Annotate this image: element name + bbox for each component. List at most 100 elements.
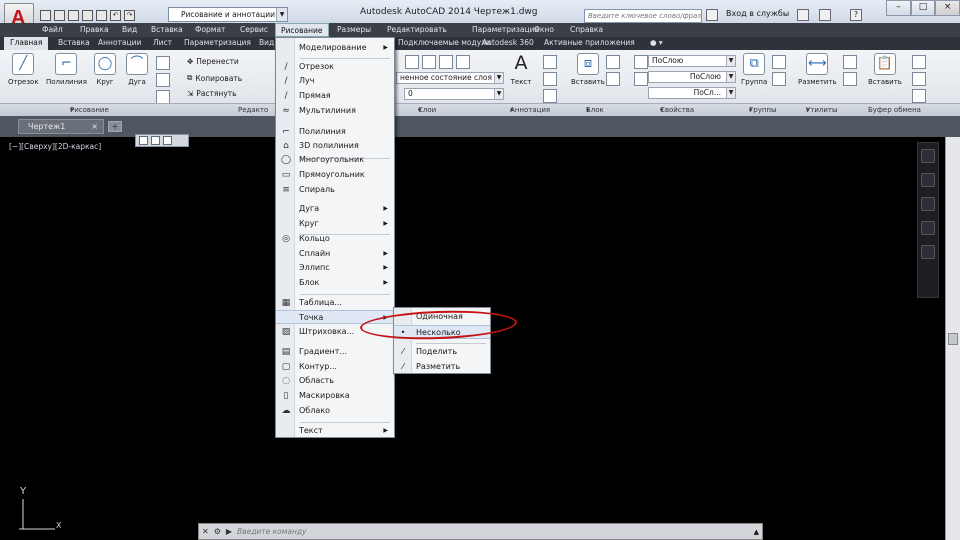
menu-item-ray[interactable]: / Луч [276, 74, 394, 88]
help-icon[interactable]: ? [850, 9, 862, 21]
menu-view[interactable]: Вид [122, 23, 137, 36]
layer-freeze-icon[interactable] [439, 55, 453, 69]
gradient-icon[interactable] [156, 90, 170, 104]
tab-featured-apps[interactable]: Активные приложения [544, 37, 635, 49]
undo-icon[interactable]: ↶ [110, 9, 121, 21]
menu-item-donut[interactable]: ◎ Кольцо [276, 232, 394, 246]
save-icon[interactable] [68, 9, 79, 21]
command-input[interactable]: Введите команду [237, 527, 307, 536]
line-tool-button[interactable]: ╱ Отрезок [8, 53, 39, 86]
menu-item-circle[interactable]: Круг ▶ [276, 217, 394, 231]
menu-item-table[interactable]: ▦ Таблица... [276, 296, 394, 310]
menu-window[interactable]: Окно [534, 23, 554, 36]
scrollbar-thumb[interactable] [948, 333, 958, 345]
menu-item-polyline[interactable]: ⌐ Полилиния [276, 125, 394, 139]
menu-file[interactable]: Файл [42, 23, 63, 36]
linear-toolbar-icon[interactable] [151, 136, 160, 145]
hatch-icon[interactable] [156, 73, 170, 87]
chevron-down-icon[interactable]: ▲ [754, 528, 759, 536]
menu-item-text[interactable]: Текст ▶ [276, 424, 394, 438]
table-toolbar-icon[interactable] [163, 136, 172, 145]
tab-home[interactable]: Главная [4, 37, 49, 50]
tab-annotate[interactable]: Аннотации [98, 37, 141, 49]
menu-item-gradient[interactable]: ▤ Градиент... [276, 345, 394, 359]
tab-autodesk360[interactable]: Autodesk 360 [482, 37, 534, 49]
panel-draw[interactable]: Рисование ▾ [70, 104, 109, 116]
tab-insert[interactable]: Вставка [58, 37, 90, 49]
menu-item-helix[interactable]: ≡ Спираль [276, 183, 394, 197]
menu-item-revision-cloud[interactable]: ☁ Облако [276, 404, 394, 418]
cut-icon[interactable] [912, 55, 926, 69]
menu-item-line[interactable]: / Отрезок [276, 60, 394, 74]
panel-block[interactable]: Блок ▾ [586, 104, 604, 116]
new-tab-button[interactable]: + [108, 121, 122, 132]
ribbon-options-icon[interactable]: ● ▾ [650, 37, 663, 49]
measure-button[interactable]: ⟷ Разметить [798, 53, 837, 86]
maximize-button[interactable]: □ [910, 0, 936, 16]
menu-format[interactable]: Формат [195, 23, 225, 36]
menu-item-block[interactable]: Блок ▶ [276, 276, 394, 290]
menu-item-arc[interactable]: Дуга ▶ [276, 202, 394, 216]
steering-wheel-icon[interactable] [921, 149, 935, 163]
leader-icon[interactable] [543, 72, 557, 86]
submenu-item-measure[interactable]: ⁄ Разметить [394, 360, 490, 374]
menu-item-modeling[interactable]: Моделирование ▶ [276, 41, 394, 55]
tab-view[interactable]: Вид [259, 37, 274, 49]
layer-on-icon[interactable] [422, 55, 436, 69]
panel-layers[interactable]: Слои ▾ [418, 104, 436, 116]
orbit-icon[interactable] [921, 221, 935, 235]
menu-item-wipeout[interactable]: ▯ Маскировка [276, 389, 394, 403]
menu-item-multiline[interactable]: ≈ Мультилиния [276, 104, 394, 118]
menu-parametric[interactable]: Параметризация [472, 23, 539, 36]
menu-item-spline[interactable]: Сплайн ▶ [276, 247, 394, 261]
panel-annotation[interactable]: Аннотация ▾ [510, 104, 550, 116]
panel-properties[interactable]: Свойства ▾ [660, 104, 694, 116]
binoculars-icon[interactable] [706, 9, 718, 21]
tab-parametric[interactable]: Параметризация [184, 37, 251, 49]
menu-help[interactable]: Справка [570, 23, 603, 36]
layer-state-dropdown[interactable]: ненное состояние слоя ▼ [396, 72, 504, 84]
menu-insert[interactable]: Вставка [151, 23, 183, 36]
sign-in-button[interactable]: Вход в службы [726, 9, 789, 18]
print-icon[interactable] [96, 9, 107, 21]
menu-draw[interactable]: Рисование [275, 23, 329, 37]
menu-item-region[interactable]: ◌ Область [276, 374, 394, 388]
command-line[interactable]: ✕ ⚙ ▶ Введите команду ▲ [198, 523, 763, 540]
menu-edit[interactable]: Правка [80, 23, 109, 36]
redo-icon[interactable]: ↷ [124, 9, 135, 21]
search-input[interactable]: Введите ключевое слово/фразу [584, 9, 702, 23]
submenu-item-divide[interactable]: ⁄ Поделить [394, 345, 490, 359]
copy-button[interactable]: ⧉ Копировать [187, 73, 242, 83]
select-all-icon[interactable] [843, 72, 857, 86]
menu-item-boundary[interactable]: ▢ Контур... [276, 360, 394, 374]
pan-icon[interactable] [921, 173, 935, 187]
tab-addins[interactable]: Подключаемые модули [398, 37, 491, 49]
layer-icon[interactable] [405, 55, 419, 69]
close-icon[interactable]: × [91, 120, 98, 133]
menu-item-polygon[interactable]: ◯ Многоугольник [276, 153, 394, 167]
new-file-icon[interactable] [40, 9, 51, 21]
layer-dropdown[interactable]: 0 ▼ [404, 88, 504, 100]
copy-clip-icon[interactable] [912, 72, 926, 86]
menu-item-rectangle[interactable]: ▭ Прямоугольник [276, 168, 394, 182]
insert-block-button[interactable]: ⧈ Вставить [571, 53, 605, 86]
settings-icon[interactable]: ⚙ [214, 527, 221, 536]
table-icon[interactable] [543, 89, 557, 103]
create-block-icon[interactable] [606, 55, 620, 69]
stretch-button[interactable]: ⇲ Растянуть [187, 89, 237, 98]
text-button[interactable]: A Текст [510, 53, 532, 86]
viewport-controls[interactable]: [−][Сверху][2D-каркас] [9, 142, 101, 151]
menu-dimension[interactable]: Размеры [337, 23, 371, 36]
close-button[interactable]: × [935, 0, 960, 16]
workspace-dropdown[interactable]: Рисование и аннотации ▼ [168, 7, 288, 22]
group-edit-icon[interactable] [772, 72, 786, 86]
layer-lock-icon[interactable] [456, 55, 470, 69]
showmotion-icon[interactable] [921, 245, 935, 259]
match-icon[interactable] [912, 89, 926, 103]
arc-tool-button[interactable]: ⌒ Дуга [126, 53, 148, 86]
save-as-icon[interactable] [82, 9, 93, 21]
quick-select-icon[interactable] [843, 55, 857, 69]
menu-item-construction-line[interactable]: / Прямая [276, 89, 394, 103]
minimize-button[interactable]: – [886, 0, 911, 16]
vertical-scrollbar[interactable] [945, 137, 960, 540]
